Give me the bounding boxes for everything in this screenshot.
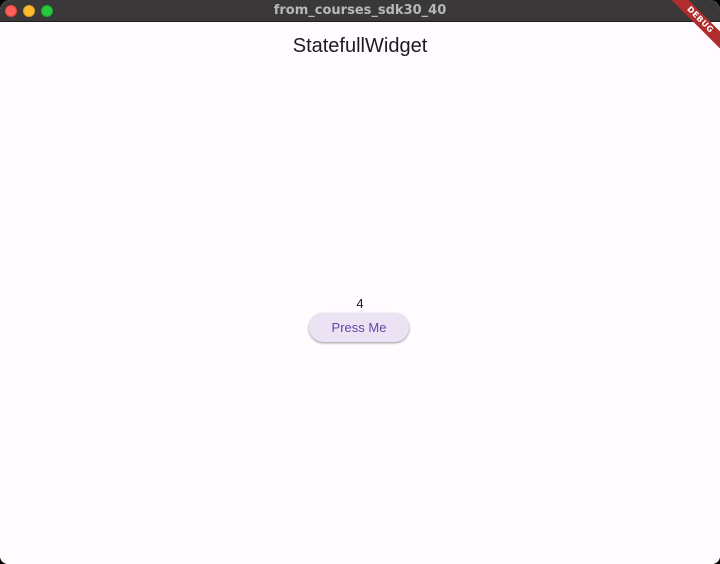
window-title: from_courses_sdk30_40: [273, 3, 447, 18]
page-title: StatefullWidget: [292, 35, 428, 57]
debug-label: DEBUG: [667, 0, 720, 53]
press-me-button[interactable]: Press Me: [309, 313, 409, 342]
app-content: StatefullWidget 4 Press Me: [0, 22, 720, 564]
window-titlebar[interactable]: from_courses_sdk30_40: [0, 0, 720, 22]
debug-banner: DEBUG: [660, 0, 720, 60]
app-window: from_courses_sdk30_40 StatefullWidget 4 …: [0, 0, 720, 564]
counter-value: 4: [356, 296, 364, 311]
